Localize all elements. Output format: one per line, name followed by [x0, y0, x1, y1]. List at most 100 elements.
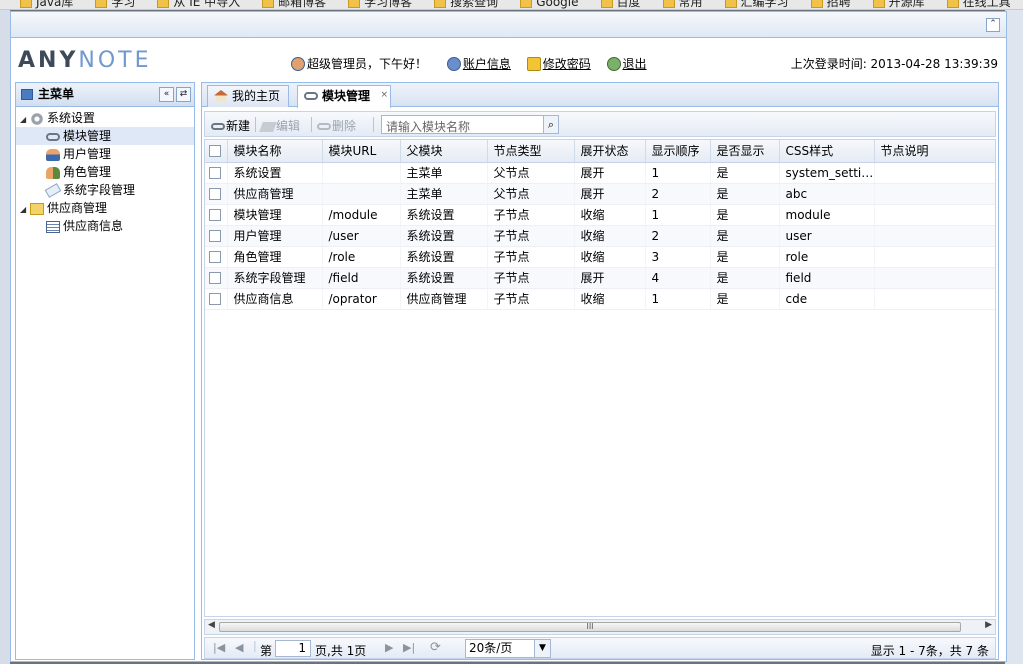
table-cell	[322, 183, 401, 205]
page-total-text: 页,共 1页	[315, 644, 367, 658]
horizontal-scrollbar[interactable]: ◀ III ▶	[204, 619, 996, 635]
menu-panel-icon	[21, 89, 33, 100]
form-icon	[46, 220, 60, 233]
menu-tree: ◢ 系统设置 模块管理 用户管理 角色管理 系统字段管理 ◢ 供应商管理 供应商信息	[16, 107, 194, 235]
row-checkbox[interactable]	[205, 225, 228, 247]
column-header[interactable]: 显示顺序	[645, 140, 711, 163]
column-header[interactable]: 展开状态	[574, 140, 646, 163]
table-cell: 父节点	[487, 183, 575, 205]
refresh-menu-button[interactable]: ⇄	[176, 87, 191, 102]
table-cell: /user	[322, 225, 401, 247]
column-header[interactable]: CSS样式	[779, 140, 875, 163]
column-header[interactable]: 模块URL	[322, 140, 401, 163]
bookmarks-row: Java库 学习 从 IE 中导入 邮箱博客 学习博客 搜索查询 Google 百度 常用 汇编学…	[20, 0, 1023, 9]
tab-module-management[interactable]: 模块管理 ×	[297, 85, 392, 108]
bookmark-item[interactable]: 搜索查询	[434, 0, 498, 9]
pagination-summary: 显示 1 - 7条，共 7 条	[870, 644, 989, 658]
change-password-link[interactable]: 修改密码	[543, 55, 591, 72]
grid-header-row: 模块名称 模块URL 父模块 节点类型 展开状态 显示顺序 是否显示 CSS样式…	[205, 140, 995, 163]
table-cell: /oprator	[322, 288, 401, 310]
table-row[interactable]: 模块管理/module 系统设置 子节点 收缩 1 是 module	[205, 204, 995, 226]
bookmark-item[interactable]: 邮箱博客	[262, 0, 326, 9]
tree-node-module-management[interactable]: 模块管理	[16, 127, 194, 145]
column-header[interactable]: 节点类型	[487, 140, 575, 163]
bookmark-item[interactable]: 在线工具	[946, 0, 1011, 9]
module-name-search-input[interactable]: 请输入模块名称	[381, 115, 557, 134]
folder-icon	[157, 0, 170, 8]
bookmark-item[interactable]: 常用	[662, 0, 703, 9]
bookmark-item[interactable]: Java库	[20, 0, 73, 9]
user-icon	[46, 148, 60, 161]
tab-home[interactable]: 我的主页	[207, 85, 290, 107]
bookmark-item[interactable]: 汇编学习	[724, 0, 789, 9]
tree-node-user-management[interactable]: 用户管理	[16, 145, 194, 163]
first-page-icon[interactable]: |◀	[213, 641, 225, 654]
collapse-header-button[interactable]: ⌃	[986, 18, 1000, 32]
table-row[interactable]: 系统字段管理/field 系统设置 子节点 展开 4 是 field	[205, 267, 995, 289]
new-button[interactable]: 新建	[211, 117, 250, 134]
row-checkbox[interactable]	[205, 162, 228, 184]
bookmark-item[interactable]: 学习	[95, 0, 135, 9]
tree-node-supplier-management[interactable]: ◢ 供应商管理	[16, 199, 194, 217]
scroll-thumb[interactable]: III	[219, 622, 961, 632]
tab-home-label: 我的主页	[232, 89, 281, 103]
table-cell: 2	[645, 225, 711, 247]
column-header[interactable]: 父模块	[400, 140, 488, 163]
logout-link[interactable]: 退出	[623, 55, 647, 72]
anynote-logo: ANYNOTE	[18, 50, 152, 72]
search-icon[interactable]: ⌕	[543, 115, 559, 134]
bookmark-item[interactable]: 开源库	[872, 0, 925, 9]
tab-strip: 我的主页 模块管理 ×	[202, 83, 998, 108]
background-window-edge	[0, 10, 10, 664]
column-header[interactable]: 节点说明	[874, 140, 995, 163]
table-cell: 是	[710, 246, 780, 268]
row-checkbox[interactable]	[205, 267, 228, 289]
browser-scrollbar[interactable]	[1005, 10, 1023, 664]
account-info-link[interactable]: 账户信息	[463, 55, 511, 72]
table-cell: module	[779, 204, 875, 226]
row-checkbox[interactable]	[205, 246, 228, 268]
collapse-menu-button[interactable]: «	[159, 87, 174, 102]
bookmark-label: 开源库	[888, 0, 925, 9]
tree-node-field-management[interactable]: 系统字段管理	[16, 181, 194, 199]
bookmark-item[interactable]: Google	[520, 0, 579, 9]
table-row[interactable]: 用户管理/user 系统设置 子节点 收缩 2 是 user	[205, 225, 995, 247]
row-checkbox[interactable]	[205, 288, 228, 310]
bookmark-item[interactable]: 招聘	[810, 0, 851, 9]
table-row[interactable]: 角色管理/role 系统设置 子节点 收缩 3 是 role	[205, 246, 995, 268]
page-size-select[interactable]: 20条/页 ▼	[465, 639, 551, 658]
table-cell: 模块管理	[227, 204, 323, 226]
app-window: ⌃ ANYNOTE 超级管理员，下午好！ 账户信息 修改密码 退出 上次登录时间…	[10, 11, 1007, 662]
row-checkbox[interactable]	[205, 204, 228, 226]
next-page-icon[interactable]: ▶	[385, 641, 393, 654]
table-cell: 收缩	[574, 204, 646, 226]
column-header[interactable]: 是否显示	[710, 140, 780, 163]
greeting-text: 超级管理员，下午好！	[307, 57, 428, 71]
select-all-checkbox[interactable]	[205, 140, 228, 163]
table-row[interactable]: 供应商信息/oprator 供应商管理 子节点 收缩 1 是 cde	[205, 288, 995, 310]
refresh-icon[interactable]: ⟳	[430, 640, 441, 655]
page-number-input[interactable]: 1	[275, 640, 311, 657]
table-row[interactable]: 供应商管理 主菜单 父节点 展开 2 是 abc	[205, 183, 995, 205]
scroll-right-icon[interactable]: ▶	[985, 620, 992, 630]
last-page-icon[interactable]: ▶|	[403, 641, 415, 654]
user-info: 超级管理员，下午好！ 账户信息 修改密码 退出	[291, 55, 659, 72]
bookmark-item[interactable]: 从 IE 中导入	[157, 0, 240, 9]
table-row[interactable]: 系统设置 主菜单 父节点 展开 1 是 system_setti…	[205, 162, 995, 184]
scroll-left-icon[interactable]: ◀	[208, 620, 215, 630]
close-tab-icon[interactable]: ×	[380, 85, 388, 105]
delete-button[interactable]: 删除	[317, 117, 356, 134]
tree-node-supplier-info[interactable]: 供应商信息	[16, 217, 194, 235]
prev-page-icon[interactable]: ◀	[235, 641, 243, 654]
chevron-down-icon[interactable]: ▼	[534, 640, 550, 657]
bookmark-item[interactable]: 百度	[600, 0, 641, 9]
table-cell: 4	[645, 267, 711, 289]
tree-node-role-management[interactable]: 角色管理	[16, 163, 194, 181]
column-header[interactable]: 模块名称	[227, 140, 323, 163]
row-checkbox[interactable]	[205, 183, 228, 205]
edit-button[interactable]: 编辑	[259, 117, 300, 134]
role-icon	[46, 166, 60, 179]
tree-node-system-settings[interactable]: ◢ 系统设置	[16, 109, 194, 127]
bookmark-item[interactable]: 学习博客	[348, 0, 412, 9]
table-cell: 系统设置	[400, 225, 488, 247]
